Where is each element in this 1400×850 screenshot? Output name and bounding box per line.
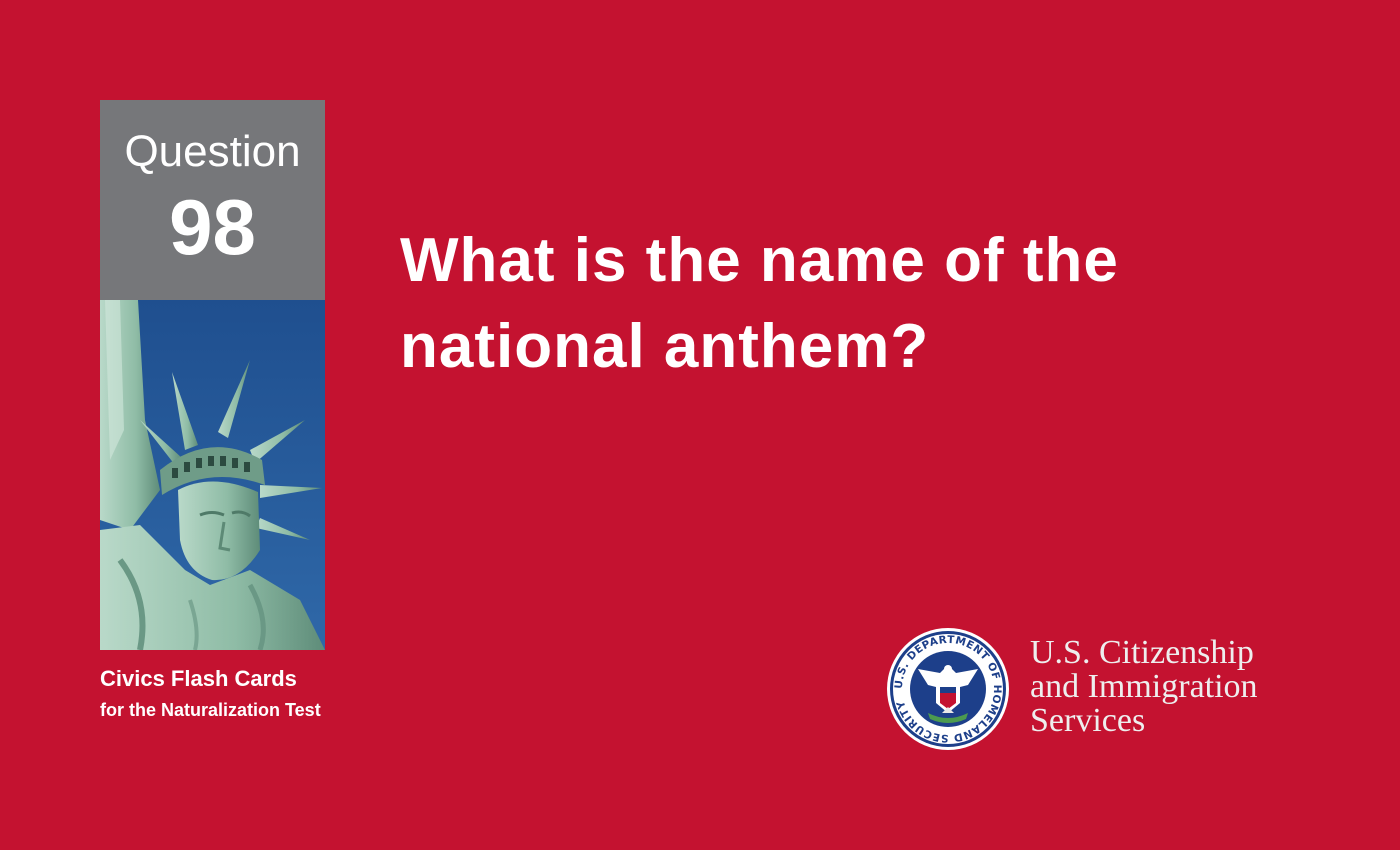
agency-line-1: U.S. Citizenship [1030,634,1254,671]
agency-name: U.S. Citizenship and Immigration Service… [1030,636,1258,738]
agency-line-3: Services [1030,702,1146,739]
question-number: 98 [169,183,256,271]
statue-of-liberty-photo [100,300,325,650]
question-text: What is the name of the national anthem? [400,226,1119,381]
dhs-seal: U.S. DEPARTMENT OF HOMELAND SECURITY [886,627,1010,751]
agency-line-2: and Immigration [1030,668,1258,705]
dhs-seal-icon: U.S. DEPARTMENT OF HOMELAND SECURITY [887,628,1009,750]
question-number-box: Question 98 [100,100,325,300]
caption-subtitle: for the Naturalization Test [100,700,321,720]
caption-title: Civics Flash Cards [100,666,297,691]
statue-of-liberty-icon [100,300,325,650]
question-label: Question [124,127,301,176]
